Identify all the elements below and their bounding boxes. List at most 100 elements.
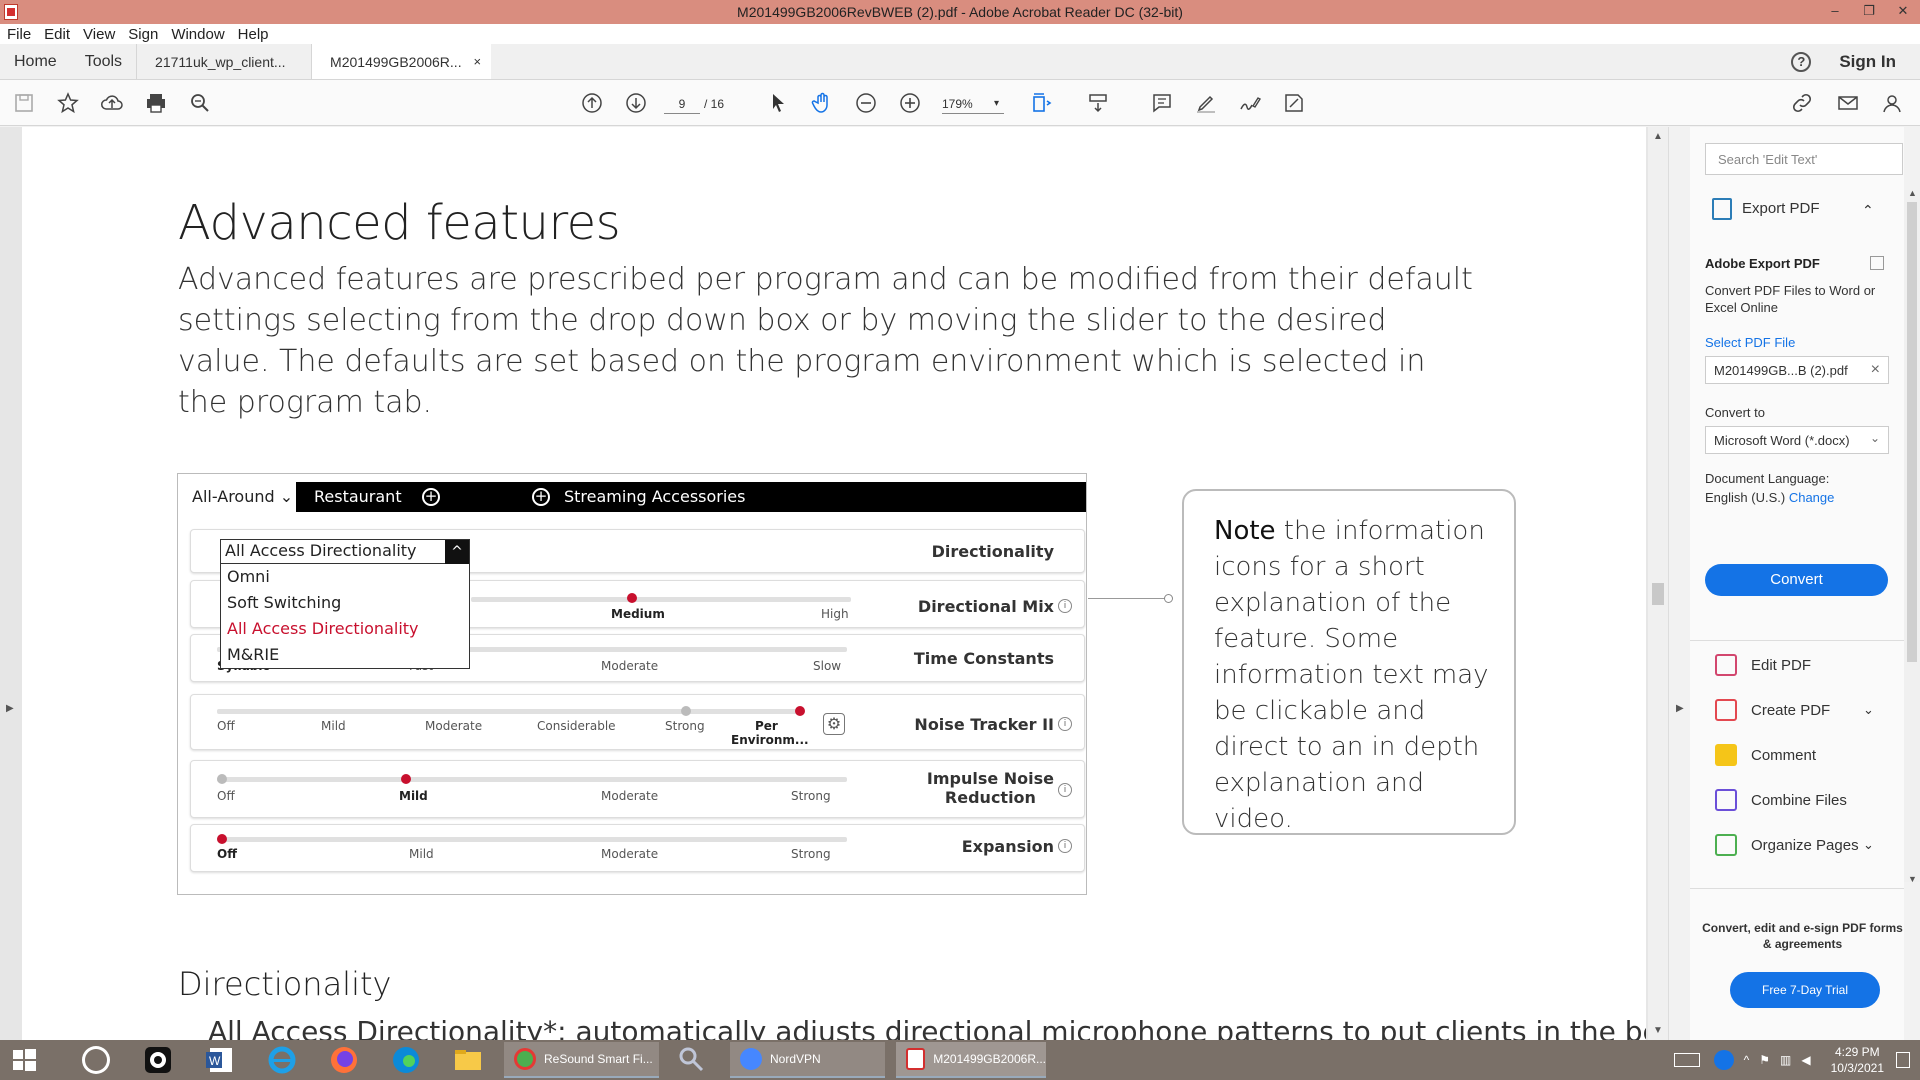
internet-explorer-icon[interactable] (266, 1044, 298, 1076)
hp-icon[interactable] (80, 1044, 112, 1076)
taskbar-nordvpn[interactable]: NordVPN (730, 1042, 885, 1078)
selected-file-field[interactable]: M201499GB...B (2).pdf × (1705, 356, 1889, 384)
maximize-button[interactable]: ❐ (1852, 0, 1886, 24)
tool-create-pdf[interactable]: Create PDF ⌄ (1715, 699, 1874, 721)
dropdown-selected: All Access Directionality ^ (221, 540, 469, 564)
tool-edit-pdf[interactable]: Edit PDF (1715, 654, 1811, 676)
user-account-icon[interactable] (1880, 91, 1904, 115)
bookmark-star-icon[interactable] (56, 91, 80, 115)
print-icon[interactable] (144, 91, 168, 115)
menu-view[interactable]: View (83, 26, 115, 43)
help-icon[interactable]: ? (1791, 52, 1812, 72)
chevron-down-icon[interactable]: ⌄ (1863, 702, 1874, 718)
hand-tool-icon[interactable] (810, 91, 834, 115)
create-pdf-icon (1715, 699, 1737, 721)
windows-start-icon[interactable] (8, 1044, 40, 1076)
select-cursor-icon[interactable] (766, 91, 790, 115)
save-icon[interactable] (12, 91, 36, 115)
edit-pdf-icon (1715, 654, 1737, 676)
scroll-thumb[interactable] (1907, 202, 1917, 662)
highlight-pen-icon[interactable] (1194, 91, 1218, 115)
change-language-link[interactable]: Change (1789, 490, 1835, 505)
tool-comment[interactable]: Comment (1715, 744, 1816, 766)
firefox-icon[interactable] (328, 1044, 360, 1076)
zoom-in-icon[interactable] (898, 91, 922, 115)
free-trial-button[interactable]: Free 7-Day Trial (1730, 972, 1880, 1008)
menu-sign[interactable]: Sign (128, 26, 158, 43)
page-number-input[interactable]: 9 (664, 94, 700, 114)
scroll-thumb[interactable] (1652, 583, 1664, 605)
menu-edit[interactable]: Edit (44, 26, 70, 43)
clock[interactable]: 4:29 PM 10/3/2021 (1831, 1044, 1884, 1076)
snipping-tool-icon[interactable] (676, 1044, 708, 1076)
tab-tools[interactable]: Tools (71, 44, 136, 79)
notifications-icon[interactable] (1896, 1052, 1910, 1068)
document-viewport[interactable]: ▶ Advanced features Advanced features ar… (0, 127, 1668, 1040)
dropdown-option: Soft Switching (227, 593, 342, 612)
note-callout: Note the information icons for a short e… (1182, 489, 1516, 835)
select-pdf-link[interactable]: Select PDF File (1705, 334, 1895, 351)
next-page-icon[interactable] (624, 91, 648, 115)
scroll-mode-icon[interactable] (1086, 91, 1110, 115)
chevron-up-icon[interactable]: ⌃ (1862, 202, 1874, 219)
scroll-down-icon[interactable]: ▼ (1653, 1025, 1663, 1036)
scroll-up-icon[interactable]: ▲ (1908, 188, 1917, 198)
network-icon[interactable]: ▥ (1780, 1053, 1791, 1067)
tools-pane-scrollbar[interactable]: ▲ ▼ (1904, 188, 1920, 884)
menu-help[interactable]: Help (238, 26, 269, 43)
word-icon[interactable]: W (204, 1044, 236, 1076)
tab-document-2[interactable]: M201499GB2006R... × (311, 44, 492, 79)
zoom-out-icon[interactable] (854, 91, 878, 115)
comment-icon[interactable] (1150, 91, 1174, 115)
format-select[interactable]: Microsoft Word (*.docx) ⌄ (1705, 426, 1889, 454)
share-link-icon[interactable] (1790, 91, 1814, 115)
convert-button[interactable]: Convert (1705, 564, 1888, 596)
nordvpn-icon (740, 1048, 762, 1070)
email-icon[interactable] (1836, 91, 1860, 115)
figure-row-noise-tracker: Off Mild Moderate Considerable Strong Pe… (190, 694, 1085, 750)
menu-file[interactable]: File (7, 26, 31, 43)
document-scrollbar[interactable]: ▲ ▼ (1648, 127, 1668, 1040)
sign-icon[interactable] (1238, 91, 1262, 115)
tool-combine-files[interactable]: Combine Files (1715, 789, 1847, 811)
scroll-down-icon[interactable]: ▼ (1908, 874, 1917, 884)
sign-in-button[interactable]: Sign In (1839, 52, 1896, 72)
right-pane-toggle[interactable]: ▶ (1668, 127, 1690, 1040)
chevron-down-icon[interactable]: ⌄ (1863, 837, 1874, 853)
export-pdf-icon (1712, 198, 1732, 220)
figure-row-expansion: Off Mild Moderate Strong Expansion i (190, 824, 1085, 872)
tab-home[interactable]: Home (0, 44, 71, 79)
fit-page-icon[interactable] (1030, 91, 1054, 115)
tab-bar: Home Tools 21711uk_wp_client... M201499G… (0, 44, 1920, 80)
fill-sign-icon[interactable] (1282, 91, 1306, 115)
close-button[interactable]: ✕ (1886, 0, 1920, 24)
zoom-caret-icon[interactable]: ▾ (994, 94, 999, 114)
left-pane-toggle-icon[interactable]: ▶ (6, 703, 14, 714)
minimize-button[interactable]: – (1818, 0, 1852, 24)
flag-icon[interactable]: ⚑ (1759, 1053, 1770, 1067)
taskbar-acrobat[interactable]: M201499GB2006R... (896, 1042, 1046, 1078)
zoom-search-icon[interactable] (188, 91, 212, 115)
clear-file-icon[interactable]: × (1871, 361, 1880, 379)
chevron-down-icon[interactable]: ⌄ (1870, 431, 1880, 445)
tab-document-1[interactable]: 21711uk_wp_client... (136, 44, 311, 79)
file-explorer-icon[interactable] (452, 1044, 484, 1076)
camera-app-icon[interactable] (142, 1044, 174, 1076)
scroll-up-icon[interactable]: ▲ (1653, 131, 1663, 142)
menu-window[interactable]: Window (171, 26, 224, 43)
previous-page-icon[interactable] (580, 91, 604, 115)
help-icon[interactable] (1713, 1050, 1734, 1070)
upload-cloud-icon[interactable] (100, 91, 124, 115)
tool-organize-pages[interactable]: Organize Pages ⌄ (1715, 834, 1874, 856)
taskbar-chrome-resound[interactable]: ReSound Smart Fi... (504, 1042, 659, 1078)
collapse-pane-icon[interactable]: ▶ (1676, 703, 1684, 714)
tab-document-2-label: M201499GB2006R... (330, 53, 462, 70)
tray-chevron-icon[interactable]: ^ (1744, 1053, 1750, 1067)
search-edit-text-input[interactable]: Search 'Edit Text' (1705, 143, 1903, 175)
volume-icon[interactable]: ◀ (1801, 1053, 1810, 1067)
edge-icon[interactable] (390, 1044, 422, 1076)
close-tab-icon[interactable]: × (473, 54, 481, 69)
copy-icon[interactable] (1870, 256, 1884, 270)
keyboard-icon[interactable] (1673, 1053, 1700, 1067)
export-pdf-header[interactable]: Export PDF (1712, 198, 1820, 220)
